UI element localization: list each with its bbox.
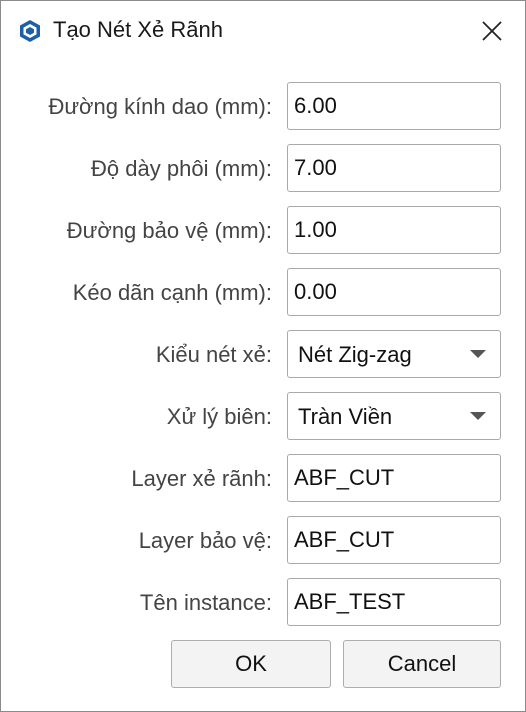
cut-layer-label: Layer xẻ rãnh:: [131, 466, 272, 491]
cut-style-select[interactable]: Nét Zig-zag: [287, 330, 501, 378]
edge-stretch-input[interactable]: [287, 268, 501, 316]
blank-thickness-label: Độ dày phôi (mm):: [91, 156, 272, 181]
blank-thickness-input[interactable]: [287, 144, 501, 192]
cut-style-value: Nét Zig-zag: [298, 342, 412, 367]
guard-layer-input[interactable]: [287, 516, 501, 564]
sketchup-icon: [20, 20, 40, 42]
guard-line-label: Đường bảo vệ (mm):: [66, 218, 272, 243]
cancel-button[interactable]: Cancel: [343, 640, 501, 688]
chevron-down-icon: [470, 350, 486, 358]
cut-style-label: Kiểu nét xẻ:: [155, 342, 272, 367]
close-icon: [482, 21, 502, 41]
edge-handling-value: Tràn Viền: [298, 404, 393, 429]
tool-diameter-input[interactable]: [287, 82, 501, 130]
instance-name-label: Tên instance:: [139, 590, 272, 615]
edge-stretch-label: Kéo dãn cạnh (mm):: [72, 280, 272, 305]
instance-name-input[interactable]: [287, 578, 501, 626]
cut-layer-input[interactable]: [287, 454, 501, 502]
window-title: Tạo Nét Xẻ Rãnh: [53, 17, 223, 42]
edge-handling-label: Xử lý biên:: [166, 404, 272, 429]
guard-line-input[interactable]: [287, 206, 501, 254]
tool-diameter-label: Đường kính dao (mm):: [48, 94, 272, 119]
form-area: Đường kính dao (mm): Độ dày phôi (mm): Đ…: [1, 62, 525, 711]
chevron-down-icon: [470, 412, 486, 420]
guard-layer-label: Layer bảo vệ:: [138, 528, 272, 553]
ok-button[interactable]: OK: [171, 640, 331, 688]
dialog-window: Tạo Nét Xẻ Rãnh Đường kính dao (mm): Độ …: [0, 0, 526, 712]
edge-handling-select[interactable]: Tràn Viền: [287, 392, 501, 440]
close-button[interactable]: [471, 11, 513, 51]
title-bar: Tạo Nét Xẻ Rãnh: [1, 1, 525, 61]
